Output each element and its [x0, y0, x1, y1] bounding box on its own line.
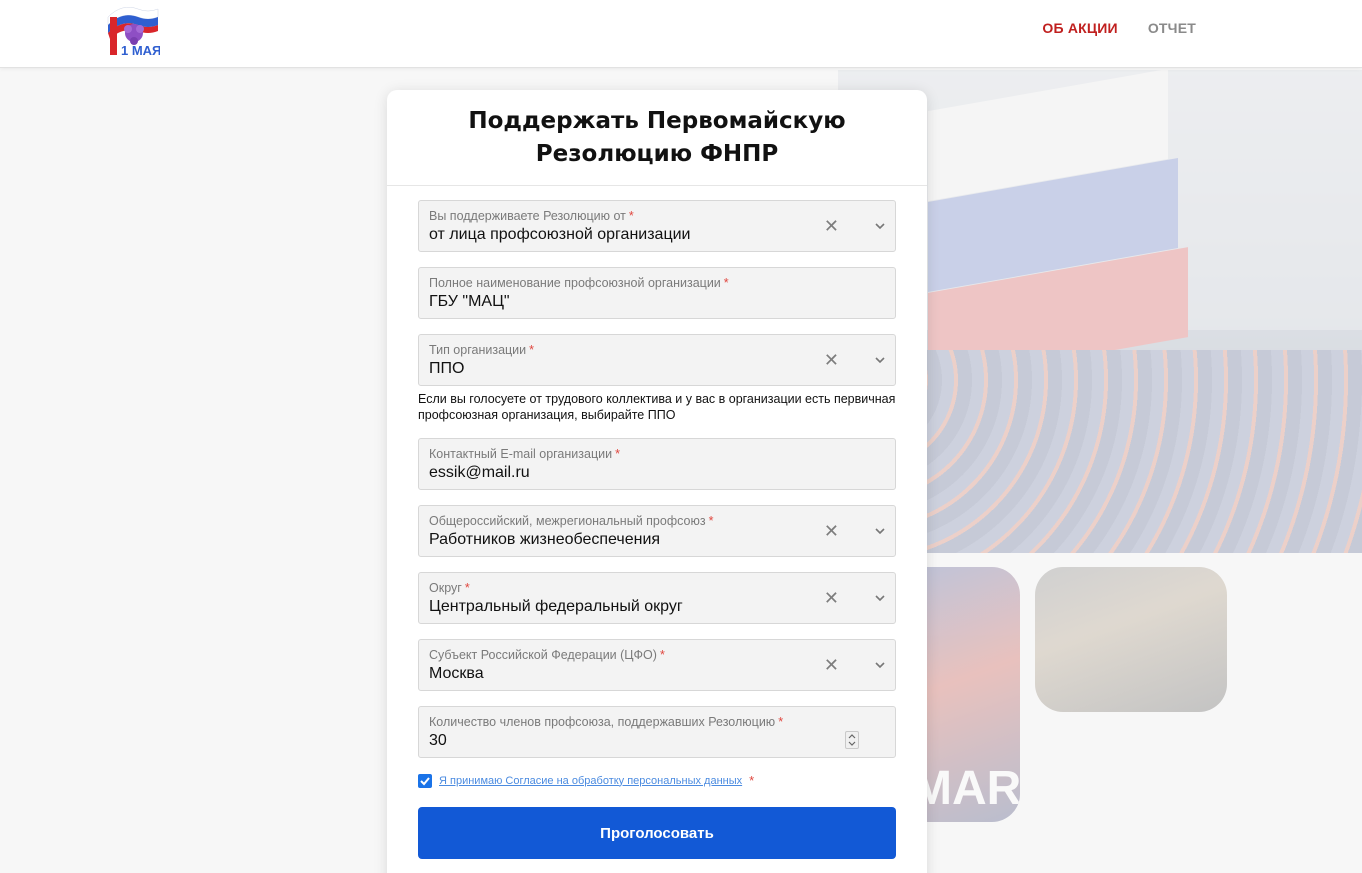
required-mark: * [749, 773, 755, 788]
field-value: essik@mail.ru [429, 464, 530, 481]
support-from-select[interactable]: Вы поддерживаете Резолюцию от * от лица п… [418, 200, 896, 252]
organization-type-hint: Если вы голосуете от трудового коллектив… [418, 392, 896, 422]
email-field[interactable]: Контактный E-mail организации * essik@mai… [418, 438, 896, 490]
required-mark: * [615, 447, 620, 461]
chevron-down-icon[interactable] [875, 660, 885, 670]
nav-about-action[interactable]: ОБ АКЦИИ [1042, 20, 1117, 36]
field-label: Полное наименование профсоюзной организа… [429, 276, 721, 290]
clear-icon[interactable]: ✕ [824, 589, 839, 607]
field-value: от лица профсоюзной организации [429, 226, 691, 243]
region-select[interactable]: Субъект Российской Федерации (ЦФО) * Моск… [418, 639, 896, 691]
field-value: 30 [429, 732, 447, 749]
organization-name-input[interactable]: Полное наименование профсоюзной организа… [418, 267, 896, 319]
number-spinner[interactable] [845, 731, 859, 749]
clear-icon[interactable]: ✕ [824, 522, 839, 540]
chevron-down-icon[interactable] [875, 526, 885, 536]
chevron-down-icon[interactable] [875, 355, 885, 365]
field-label: Общероссийский, межрегиональный профсоюз [429, 514, 706, 528]
consent-row: Я принимаю Согласие на обработку персона… [418, 773, 754, 788]
required-mark: * [778, 715, 784, 729]
field-label: Субъект Российской Федерации (ЦФО) [429, 648, 657, 662]
clear-icon[interactable]: ✕ [824, 656, 839, 674]
field-value: ГБУ "МАЦ" [429, 293, 510, 310]
field-value: Москва [429, 665, 484, 682]
may-day-logo[interactable]: 1 МАЯ [104, 3, 161, 58]
field-label: Тип организации [429, 343, 527, 357]
chevron-down-icon[interactable] [875, 593, 885, 603]
background-gallery-card-2 [1035, 567, 1227, 712]
main-nav: ОБ АКЦИИ ОТЧЕТ [1042, 20, 1196, 36]
required-mark: * [529, 343, 535, 357]
form-header: Поддержать Первомайскую Резолюцию ФНПР [387, 90, 927, 186]
member-count-input[interactable]: Количество членов профсоюза, поддержавши… [418, 706, 896, 758]
field-label: Округ [429, 581, 462, 595]
field-label: Вы поддерживаете Резолюцию от [429, 209, 626, 223]
field-value: ППО [429, 360, 465, 377]
chevron-down-icon[interactable] [875, 221, 885, 231]
nav-report[interactable]: ОТЧЕТ [1148, 20, 1196, 36]
required-mark: * [628, 209, 634, 223]
vote-button[interactable]: Проголосовать [418, 807, 896, 859]
consent-checkbox[interactable] [418, 773, 432, 788]
required-mark: * [659, 648, 665, 662]
field-value: Центральный федеральный округ [429, 598, 683, 615]
union-select[interactable]: Общероссийский, межрегиональный профсоюз… [418, 505, 896, 557]
top-header: 1 МАЯ ОБ АКЦИИ ОТЧЕТ [0, 0, 1362, 68]
organization-type-select[interactable]: Тип организации * ППО ✕ [418, 334, 896, 386]
required-mark: * [708, 514, 714, 528]
required-mark: * [464, 581, 470, 595]
spinner-arrows-icon [848, 734, 856, 746]
logo-text: 1 МАЯ [121, 43, 160, 57]
field-label: Количество членов профсоюза, поддержавши… [429, 715, 776, 729]
clear-icon[interactable]: ✕ [824, 217, 839, 235]
consent-link[interactable]: Я принимаю Согласие на обработку персона… [439, 775, 742, 787]
checkmark-icon [420, 776, 430, 785]
required-mark: * [723, 276, 729, 290]
background-card-word: ЯАМ [912, 762, 1020, 815]
field-value: Работников жизнеобеспечения [429, 531, 661, 548]
support-form-card: Поддержать Первомайскую Резолюцию ФНПР В… [387, 90, 927, 873]
field-label: Контактный E-mail организации [429, 447, 613, 461]
district-select[interactable]: Округ * Центральный федеральный округ ✕ [418, 572, 896, 624]
clear-icon[interactable]: ✕ [824, 351, 839, 369]
form-title: Поддержать Первомайскую Резолюцию ФНПР [468, 107, 846, 167]
